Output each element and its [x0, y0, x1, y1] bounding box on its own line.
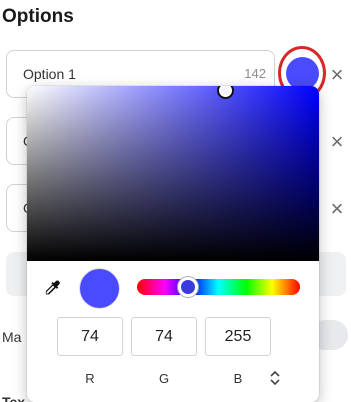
- remove-option-2-close-icon[interactable]: ×: [325, 130, 349, 154]
- red-input[interactable]: 74: [57, 317, 123, 356]
- hue-slider[interactable]: [137, 279, 300, 295]
- color-picker-popover: 74 74 255 R G B: [27, 86, 319, 402]
- green-label: G: [158, 371, 170, 386]
- stage: Options Option 1 142 × O × O × Ma Tex 74…: [0, 0, 351, 402]
- selected-color-preview: [79, 268, 120, 309]
- green-input[interactable]: 74: [131, 317, 197, 356]
- option-value-1: Option 1: [23, 66, 76, 82]
- saturation-value-area[interactable]: [27, 86, 319, 261]
- color-mode-toggle-icon[interactable]: [267, 369, 283, 387]
- setting-label-partial: Ma: [2, 329, 22, 345]
- eyedropper-icon[interactable]: [41, 277, 63, 299]
- remove-option-1-close-icon[interactable]: ×: [325, 63, 349, 87]
- saturation-value-handle[interactable]: [217, 86, 234, 99]
- remove-option-3-close-icon[interactable]: ×: [325, 197, 349, 221]
- blue-label: B: [233, 371, 243, 386]
- section-title-partial: Tex: [2, 394, 26, 402]
- character-count-1: 142: [244, 66, 266, 81]
- hue-slider-handle[interactable]: [178, 277, 198, 297]
- section-title: Options: [2, 6, 74, 27]
- red-label: R: [85, 371, 95, 386]
- blue-input[interactable]: 255: [205, 317, 271, 356]
